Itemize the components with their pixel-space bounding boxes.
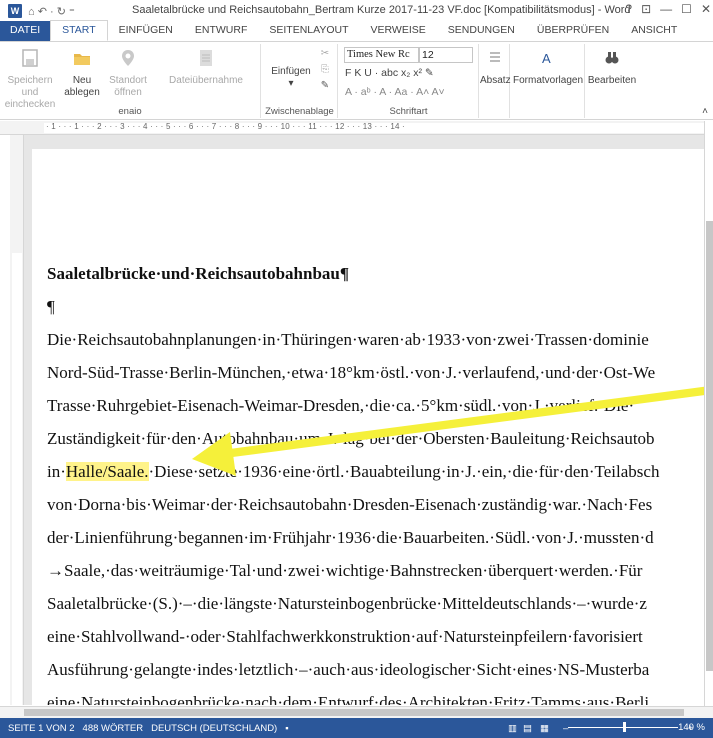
tab-einfuegen[interactable]: EINFÜGEN xyxy=(108,21,184,41)
tab-datei[interactable]: DATEI xyxy=(0,21,51,41)
print-layout-icon[interactable]: ▤ xyxy=(523,723,532,734)
minimize-button[interactable]: — xyxy=(660,2,672,16)
web-layout-icon[interactable]: ▦ xyxy=(540,723,549,734)
group-label-clipboard: Zwischenablage xyxy=(265,106,334,117)
editing-label: Bearbeiten xyxy=(587,75,637,86)
zoom-level[interactable]: 140 % xyxy=(678,722,705,733)
paragraph-button[interactable]: Absatz xyxy=(480,48,511,87)
ruler-numbers: · 1 · · · 1 · · · 2 · · · 3 · · · 4 · · … xyxy=(46,122,405,131)
status-bar: SEITE 1 VON 2 488 WÖRTER DEUTSCH (DEUTSC… xyxy=(0,718,713,738)
font-name-field[interactable]: Times New Rc xyxy=(344,47,419,63)
ribbon-tabs: DATEI START EINFÜGEN ENTWURF SEITENLAYOU… xyxy=(0,20,713,42)
vertical-scroll-thumb[interactable] xyxy=(706,221,713,671)
group-editing: Bearbeiten xyxy=(586,44,638,118)
file-upload-icon xyxy=(200,50,212,66)
title-bar: W ⌂ ↶ · ↻ ⁼ Saaletalbrücke und Reichsaut… xyxy=(0,0,713,22)
location-pin-icon xyxy=(122,50,134,66)
save-checkin-button[interactable]: Speichern und einchecken xyxy=(2,48,58,111)
styles-button[interactable]: A Formatvorlagen xyxy=(511,48,585,87)
file-upload-button[interactable]: Dateiübernahme xyxy=(156,48,256,87)
paragraph-label: Absatz xyxy=(480,75,511,86)
tab-verweise[interactable]: VERWEISE xyxy=(360,21,437,41)
horizontal-scroll-thumb[interactable] xyxy=(24,709,684,716)
macro-recorder-icon[interactable]: ▪ xyxy=(285,723,288,734)
quick-access-toolbar[interactable]: ⌂ ↶ · ↻ ⁼ xyxy=(28,5,75,18)
new-file-label: Neu ablegen xyxy=(64,75,100,98)
tab-entwurf[interactable]: ENTWURF xyxy=(184,21,259,41)
horizontal-scrollbar[interactable] xyxy=(0,706,713,718)
ribbon-options-icon[interactable]: ⊡ xyxy=(641,2,651,16)
window-controls: ? ⊡ — ☐ ✕ xyxy=(625,2,711,16)
editing-button[interactable]: Bearbeiten xyxy=(586,48,638,87)
vertical-scrollbar[interactable] xyxy=(704,121,713,706)
annotation-arrow xyxy=(222,386,704,458)
annotation-arrowhead xyxy=(192,432,236,476)
annotation-arrow-layer xyxy=(192,386,704,476)
ribbon: Speichern und einchecken Neu ablegen Sta… xyxy=(0,42,713,120)
vertical-ruler[interactable] xyxy=(10,135,24,705)
group-enaio: Speichern und einchecken Neu ablegen Sta… xyxy=(0,44,261,118)
font-color-row[interactable]: A · aᵇ · A · Aa · A˄ A˅ xyxy=(345,86,445,98)
copy-icon[interactable]: ⎘ xyxy=(317,64,333,76)
tab-start[interactable]: START xyxy=(50,20,108,41)
paste-dropdown-icon[interactable]: ▾ xyxy=(268,78,314,90)
tab-ueberpruefen[interactable]: ÜBERPRÜFEN xyxy=(526,21,620,41)
document-canvas[interactable]: Saaletalbrücke·und·Reichsautobahnbau¶ ¶ … xyxy=(24,135,704,705)
new-file-button[interactable]: Neu ablegen xyxy=(62,48,102,99)
group-clipboard: Einfügen ▾ ✂ ⎘ ✎ Zwischenablage xyxy=(262,44,338,118)
binoculars-icon xyxy=(605,52,619,64)
font-format-row[interactable]: F K U · abc x₂ x² ✎ xyxy=(345,67,434,79)
font-size-field[interactable]: 12 xyxy=(419,47,473,63)
tab-ansicht[interactable]: ANSICHT xyxy=(620,21,688,41)
window-title: Saaletalbrücke und Reichsautobahn_Bertra… xyxy=(132,4,631,16)
paste-label: Einfügen xyxy=(271,66,311,77)
read-mode-icon[interactable]: ▥ xyxy=(508,723,517,734)
cut-icon[interactable]: ✂ xyxy=(317,48,333,60)
group-label-enaio: enaio xyxy=(118,106,142,117)
paragraph-icon xyxy=(490,52,500,62)
tab-seitenlayout[interactable]: SEITENLAYOUT xyxy=(258,21,359,41)
group-label-font: Schriftart xyxy=(389,106,428,117)
word-count[interactable]: 488 WÖRTER xyxy=(83,723,144,734)
page-count[interactable]: SEITE 1 VON 2 xyxy=(8,723,75,734)
close-button[interactable]: ✕ xyxy=(701,2,711,16)
svg-text:A: A xyxy=(542,51,551,66)
open-location-label: Standort öffnen xyxy=(109,75,147,98)
maximize-button[interactable]: ☐ xyxy=(681,2,692,16)
save-checkin-icon xyxy=(22,49,38,67)
horizontal-ruler[interactable]: · 1 · · · 1 · · · 2 · · · 3 · · · 4 · · … xyxy=(0,121,713,135)
zoom-out-button[interactable]: – xyxy=(563,723,568,734)
zoom-slider-thumb[interactable] xyxy=(623,722,626,732)
folder-icon xyxy=(74,54,90,65)
tab-sendungen[interactable]: SENDUNGEN xyxy=(437,21,526,41)
word-app-icon[interactable]: W xyxy=(8,4,22,18)
group-paragraph: Absatz xyxy=(480,44,511,118)
help-icon[interactable]: ? xyxy=(625,2,632,16)
group-styles: A Formatvorlagen xyxy=(511,44,585,118)
open-location-button[interactable]: Standort öffnen xyxy=(104,48,152,99)
styles-label: Formatvorlagen xyxy=(512,75,584,86)
format-painter-icon[interactable]: ✎ xyxy=(317,80,333,92)
styles-icon: A xyxy=(542,51,551,66)
collapse-ribbon-icon[interactable]: ˄ xyxy=(700,106,710,118)
file-upload-label: Dateiübernahme xyxy=(169,75,243,86)
vertical-ruler-text-area xyxy=(12,253,22,705)
language[interactable]: DEUTSCH (DEUTSCHLAND) xyxy=(151,723,277,734)
paste-button[interactable]: Einfügen ▾ xyxy=(268,66,314,90)
